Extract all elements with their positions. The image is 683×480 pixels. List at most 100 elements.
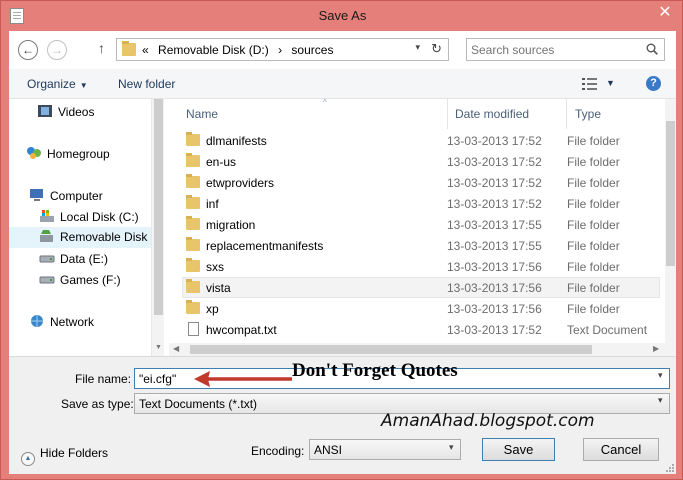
file-date: 13-03-2013 17:52 [447,323,542,337]
address-bar[interactable]: « Removable Disk (D:) › sources ▾ ↻ [116,38,449,61]
breadcrumb-overflow[interactable]: « [142,43,149,57]
scroll-right-icon[interactable]: ▶ [653,344,659,353]
folder-icon [186,258,200,272]
hide-folders-button[interactable]: ▲ Hide Folders [21,446,108,466]
hide-folders-label: Hide Folders [40,446,109,460]
drive-icon [39,276,55,284]
breadcrumb-removable-disk[interactable]: Removable Disk (D:) [158,43,269,57]
refresh-icon[interactable]: ↻ [431,41,442,57]
file-list-vertical-scrollbar[interactable] [665,99,676,343]
sidebar-scrollbar[interactable]: ▼ [151,99,164,356]
sidebar-item-label: Network [50,315,95,329]
file-name: etwproviders [206,176,275,190]
dialog-client: ← → ↑ « Removable Disk (D:) › sources ▾ … [9,31,676,474]
file-name-dropdown-icon[interactable]: ▾ [658,370,663,381]
file-row-sxs[interactable]: sxs 13-03-2013 17:56 File folder [182,256,660,277]
file-row-en-us[interactable]: en-us 13-03-2013 17:52 File folder [182,151,660,172]
file-type: File folder [567,155,620,169]
sidebar-item-data-drive[interactable]: Data (E:) [39,249,151,269]
sidebar-scroll-thumb[interactable] [154,99,163,315]
file-date: 13-03-2013 17:55 [447,239,542,253]
save-options-panel: File name: ▾ Don't Forget Quotes Save as… [9,356,676,474]
file-row-inf[interactable]: inf 13-03-2013 17:52 File folder [182,193,660,214]
search-box[interactable] [466,38,665,61]
command-bar: Organize ▼ New folder ▼ ? [9,69,676,99]
encoding-select[interactable]: ANSI [309,439,461,460]
view-details-icon[interactable] [582,77,598,91]
folder-icon [186,216,200,230]
file-type: File folder [567,302,620,316]
annotation-text: Don't Forget Quotes [292,360,458,381]
folder-icon [186,153,200,167]
encoding-label: Encoding: [251,444,305,458]
scroll-left-icon[interactable]: ◀ [173,344,179,353]
sidebar-item-label: Data (E:) [60,252,109,266]
vertical-scroll-thumb[interactable] [666,121,675,266]
sidebar-item-games-drive[interactable]: Games (F:) [39,270,151,290]
removable-disk-icon [40,230,53,242]
navigation-pane: Videos Homegroup Computer Local Disk (C:… [9,99,164,356]
file-type: File folder [567,239,620,253]
view-options-chevron-icon[interactable]: ▼ [606,78,615,88]
breadcrumb-separator[interactable]: › [278,43,282,57]
video-icon [38,105,52,117]
text-document-icon [188,322,199,336]
file-row-xp[interactable]: xp 13-03-2013 17:56 File folder [182,298,660,319]
new-folder-button[interactable]: New folder [118,77,175,91]
save-as-type-label: Save as type: [61,397,134,411]
file-row-dlmanifests[interactable]: dlmanifests 13-03-2013 17:52 File folder [182,130,660,151]
file-row-migration[interactable]: migration 13-03-2013 17:55 File folder [182,214,660,235]
file-list-horizontal-scrollbar[interactable]: ◀ ▶ [169,343,676,356]
forward-button[interactable]: → [47,40,67,60]
sidebar-item-network[interactable]: Network [29,312,151,332]
horizontal-scroll-thumb[interactable] [190,345,592,354]
sidebar-item-videos[interactable]: Videos [37,102,147,122]
computer-icon [30,189,43,201]
column-header-type[interactable]: Type [567,99,665,129]
save-button[interactable]: Save [482,438,555,461]
sidebar-item-computer[interactable]: Computer [29,186,151,206]
file-name: dlmanifests [206,134,267,148]
help-icon[interactable]: ? [646,76,661,91]
file-type: File folder [567,176,620,190]
watermark-text: AmanAhad.blogspot.com [381,411,595,431]
back-button[interactable]: ← [18,40,38,60]
breadcrumb-sources[interactable]: sources [291,43,333,57]
search-icon[interactable] [646,43,658,55]
file-row-replacementmanifests[interactable]: replacementmanifests 13-03-2013 17:55 Fi… [182,235,660,256]
breadcrumb: « Removable Disk (D:) › sources [142,43,339,57]
resize-grip-icon[interactable] [664,462,674,472]
title-bar: Save As ✕ [1,1,683,31]
sidebar-item-removable-disk[interactable]: Removable Disk ( [9,227,155,248]
column-header-name[interactable]: Name ^ [186,99,446,129]
cancel-button[interactable]: Cancel [583,438,659,461]
scroll-down-icon[interactable]: ▼ [155,344,162,351]
close-button[interactable]: ✕ [654,3,676,23]
file-type: Text Document [567,323,648,337]
file-type: File folder [567,197,620,211]
search-input[interactable] [471,42,639,58]
sidebar-item-label: Homegroup [47,147,110,161]
organize-button[interactable]: Organize ▼ [27,77,88,91]
save-as-type-dropdown-icon[interactable]: ▾ [658,395,663,406]
local-disk-icon [40,210,54,222]
encoding-dropdown-icon[interactable]: ▾ [449,442,454,453]
file-row-hwcompat[interactable]: hwcompat.txt 13-03-2013 17:52 Text Docum… [182,319,660,340]
file-date: 13-03-2013 17:52 [447,134,542,148]
folder-icon [186,174,200,188]
column-header-date[interactable]: Date modified [448,99,567,129]
file-type: File folder [567,218,620,232]
column-type-label: Type [575,107,602,121]
file-name: inf [206,197,219,211]
sort-ascending-icon: ^ [323,99,327,107]
file-row-vista[interactable]: vista 13-03-2013 17:56 File folder [182,277,660,298]
address-dropdown-icon[interactable]: ▾ [415,42,420,53]
sidebar-item-homegroup[interactable]: Homegroup [26,144,151,164]
file-row-etwproviders[interactable]: etwproviders 13-03-2013 17:52 File folde… [182,172,660,193]
window-title: Save As [318,8,367,23]
up-button[interactable]: ↑ [98,40,105,56]
file-date: 13-03-2013 17:52 [447,176,542,190]
sidebar-item-local-disk[interactable]: Local Disk (C:) [39,207,151,227]
column-date-label: Date modified [455,107,530,121]
folder-icon [186,300,200,314]
